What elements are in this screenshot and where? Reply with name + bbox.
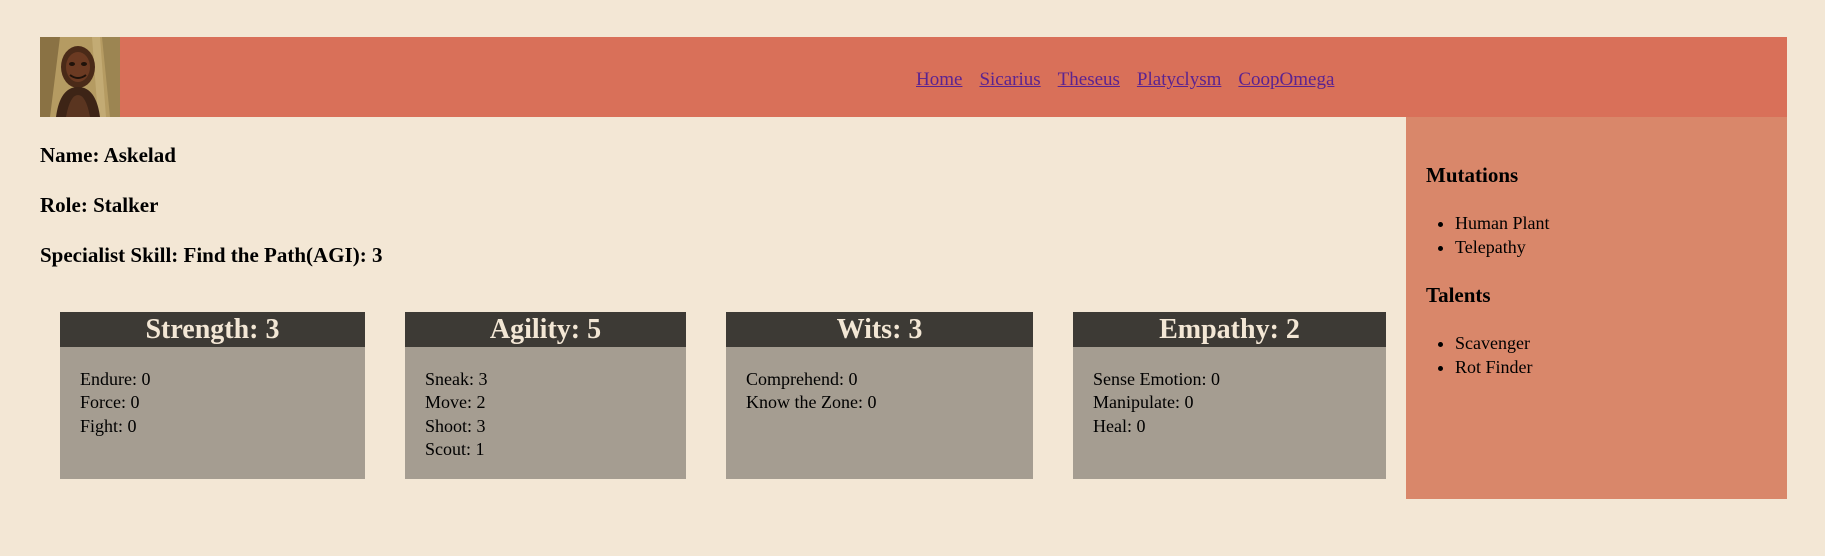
nav-link-platyclysm[interactable]: Platyclysm bbox=[1137, 69, 1221, 90]
skill-item: Endure: 0 bbox=[80, 369, 151, 389]
mutation-item: Human Plant bbox=[1455, 212, 1550, 236]
skill-item: Comprehend: 0 bbox=[746, 369, 858, 389]
skill-list: Sense Emotion: 0 Manipulate: 0 Heal: 0 bbox=[1073, 347, 1386, 438]
main-nav: Home Sicarius Theseus Platyclysm CoopOmega bbox=[916, 69, 1351, 91]
attribute-card-empathy: Empathy: 2 Sense Emotion: 0 Manipulate: … bbox=[1073, 312, 1386, 479]
nav-link-home[interactable]: Home bbox=[916, 69, 962, 90]
skill-item: Move: 2 bbox=[425, 392, 486, 413]
mutations-list: Human Plant Telepathy bbox=[1426, 212, 1550, 259]
skill-item: Manipulate: 0 bbox=[1093, 392, 1194, 413]
talent-item: Rot Finder bbox=[1455, 356, 1533, 380]
skill-list: Comprehend: 0 Know the Zone: 0 bbox=[726, 347, 1033, 415]
nav-link-sicarius[interactable]: Sicarius bbox=[979, 69, 1040, 90]
talents-list: Scavenger Rot Finder bbox=[1426, 332, 1533, 379]
skill-item: Force: 0 bbox=[80, 392, 140, 413]
talent-item: Scavenger bbox=[1455, 332, 1533, 356]
attribute-title: Empathy: 2 bbox=[1073, 312, 1386, 347]
attribute-card-agility: Agility: 5 Sneak: 3 Move: 2 Shoot: 3 Sco… bbox=[405, 312, 686, 479]
mutations-heading: Mutations bbox=[1426, 163, 1519, 187]
skill-item: Sneak: 3 bbox=[425, 369, 488, 389]
skill-item: Shoot: 3 bbox=[425, 415, 486, 436]
skill-item: Know the Zone: 0 bbox=[746, 392, 877, 413]
character-name: Name: Askelad bbox=[40, 143, 176, 167]
attribute-card-strength: Strength: 3 Endure: 0 Force: 0 Fight: 0 bbox=[60, 312, 365, 479]
site-header: Home Sicarius Theseus Platyclysm CoopOmega bbox=[40, 37, 1787, 117]
attribute-title: Agility: 5 bbox=[405, 312, 686, 347]
skill-item: Scout: 1 bbox=[425, 438, 485, 459]
skill-item: Fight: 0 bbox=[80, 415, 137, 436]
nav-link-theseus[interactable]: Theseus bbox=[1058, 69, 1120, 90]
nav-link-coopomega[interactable]: CoopOmega bbox=[1238, 69, 1334, 90]
skill-list: Sneak: 3 Move: 2 Shoot: 3 Scout: 1 bbox=[405, 347, 686, 461]
skill-list: Endure: 0 Force: 0 Fight: 0 bbox=[60, 347, 365, 438]
sidebar: Mutations Human Plant Telepathy Talents … bbox=[1406, 117, 1787, 499]
character-role: Role: Stalker bbox=[40, 193, 159, 217]
skill-item: Sense Emotion: 0 bbox=[1093, 369, 1220, 389]
skill-item: Heal: 0 bbox=[1093, 415, 1146, 436]
character-portrait bbox=[40, 37, 120, 117]
specialist-skill: Specialist Skill: Find the Path(AGI): 3 bbox=[40, 243, 383, 267]
mutation-item: Telepathy bbox=[1455, 236, 1550, 260]
attribute-title: Wits: 3 bbox=[726, 312, 1033, 347]
talents-heading: Talents bbox=[1426, 283, 1491, 307]
attribute-title: Strength: 3 bbox=[60, 312, 365, 347]
attribute-card-wits: Wits: 3 Comprehend: 0 Know the Zone: 0 bbox=[726, 312, 1033, 479]
